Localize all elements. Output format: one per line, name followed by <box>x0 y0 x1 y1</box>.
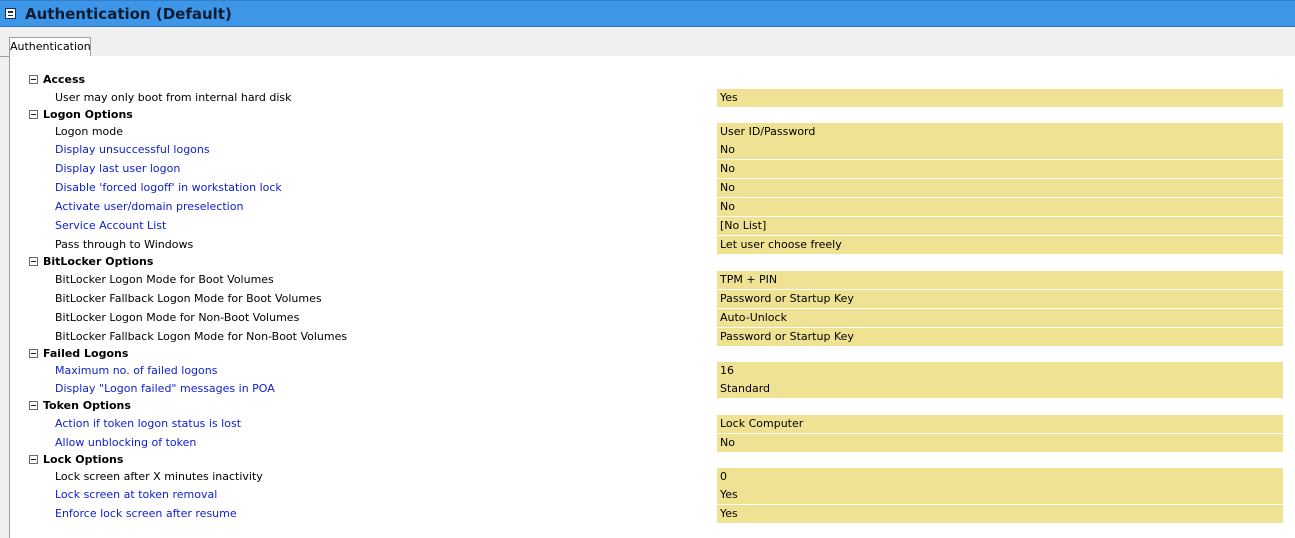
setting-label: User may only boot from internal hard di… <box>55 91 292 104</box>
setting-value[interactable]: No <box>717 160 1283 178</box>
setting-value[interactable]: Password or Startup Key <box>717 328 1283 346</box>
setting-row[interactable]: Lock screen at token removal Yes <box>10 486 1295 504</box>
section-title: Lock Options <box>43 453 124 466</box>
setting-row[interactable]: BitLocker Logon Mode for Boot Volumes TPM… <box>10 271 1295 289</box>
collapse-section-icon[interactable] <box>29 75 38 84</box>
setting-label: BitLocker Logon Mode for Boot Volumes <box>55 273 274 286</box>
section-header: Lock Options <box>10 451 1295 469</box>
section-header: Logon Options <box>10 106 1295 124</box>
section-header: BitLocker Options <box>10 253 1295 271</box>
setting-label: BitLocker Fallback Logon Mode for Non-Bo… <box>55 330 348 343</box>
setting-label: Logon mode <box>55 125 124 138</box>
setting-label[interactable]: Action if token logon status is lost <box>55 417 241 430</box>
setting-row[interactable]: Maximum no. of failed logons 16 <box>10 362 1295 380</box>
setting-value[interactable]: Yes <box>717 505 1283 523</box>
setting-value[interactable]: Password or Startup Key <box>717 290 1283 308</box>
setting-value[interactable]: Yes <box>717 486 1283 504</box>
settings-panel: Access User may only boot from internal h… <box>9 56 1295 538</box>
section-title: Token Options <box>43 399 131 412</box>
collapse-section-icon[interactable] <box>29 110 38 119</box>
section-title: Logon Options <box>43 108 133 121</box>
collapse-section-icon[interactable] <box>29 257 38 266</box>
setting-label[interactable]: Lock screen at token removal <box>55 488 217 501</box>
setting-label: BitLocker Fallback Logon Mode for Boot V… <box>55 292 322 305</box>
setting-value[interactable]: [No List] <box>717 217 1283 235</box>
setting-label[interactable]: Display last user logon <box>55 162 180 175</box>
setting-value[interactable]: No <box>717 198 1283 216</box>
setting-row[interactable]: User may only boot from internal hard di… <box>10 89 1295 107</box>
setting-value[interactable]: No <box>717 141 1283 159</box>
collapse-section-icon[interactable] <box>29 401 38 410</box>
setting-row[interactable]: Lock screen after X minutes inactivity 0 <box>10 468 1295 486</box>
setting-value[interactable]: Lock Computer <box>717 415 1283 433</box>
setting-value[interactable]: TPM + PIN <box>717 271 1283 289</box>
setting-value[interactable]: Standard <box>717 380 1283 398</box>
setting-label: Lock screen after X minutes inactivity <box>55 470 263 483</box>
setting-row[interactable]: Action if token logon status is lost Lock… <box>10 415 1295 433</box>
setting-label[interactable]: Allow unblocking of token <box>55 436 196 449</box>
collapse-window-icon[interactable] <box>5 8 16 19</box>
section-header: Access <box>10 71 1295 89</box>
setting-label: BitLocker Logon Mode for Non-Boot Volume… <box>55 311 300 324</box>
setting-row[interactable]: Pass through to Windows Let user choose f… <box>10 236 1295 254</box>
window-titlebar: Authentication (Default) <box>0 0 1295 27</box>
section-title: Access <box>43 73 86 86</box>
setting-label[interactable]: Display unsuccessful logons <box>55 143 210 156</box>
setting-row[interactable]: Enforce lock screen after resume Yes <box>10 505 1295 523</box>
setting-label[interactable]: Service Account List <box>55 219 166 232</box>
tab-authentication[interactable]: Authentication <box>9 37 91 57</box>
setting-label[interactable]: Display "Logon failed" messages in POA <box>55 382 275 395</box>
setting-row[interactable]: BitLocker Fallback Logon Mode for Non-Bo… <box>10 328 1295 346</box>
setting-label[interactable]: Activate user/domain preselection <box>55 200 243 213</box>
section-title: Failed Logons <box>43 347 129 360</box>
setting-row[interactable]: BitLocker Logon Mode for Non-Boot Volume… <box>10 309 1295 327</box>
setting-label[interactable]: Maximum no. of failed logons <box>55 364 217 377</box>
setting-value[interactable]: 16 <box>717 362 1283 380</box>
setting-row[interactable]: Activate user/domain preselection No <box>10 198 1295 216</box>
settings-tree: Access User may only boot from internal h… <box>10 56 1295 538</box>
window-title: Authentication (Default) <box>25 5 232 23</box>
setting-row[interactable]: Service Account List [No List] <box>10 217 1295 235</box>
setting-value[interactable]: No <box>717 434 1283 452</box>
section-header: Token Options <box>10 397 1295 415</box>
setting-row[interactable]: Disable 'forced logoff' in workstation l… <box>10 179 1295 197</box>
setting-row[interactable]: Display unsuccessful logons No <box>10 141 1295 159</box>
setting-label[interactable]: Disable 'forced logoff' in workstation l… <box>55 181 282 194</box>
setting-row[interactable]: Display "Logon failed" messages in POA St… <box>10 380 1295 398</box>
setting-row[interactable]: Allow unblocking of token No <box>10 434 1295 452</box>
collapse-section-icon[interactable] <box>29 349 38 358</box>
setting-value[interactable]: Auto-Unlock <box>717 309 1283 327</box>
setting-value[interactable]: Let user choose freely <box>717 236 1283 254</box>
setting-value[interactable]: 0 <box>717 468 1283 486</box>
section-title: BitLocker Options <box>43 255 154 268</box>
setting-value[interactable]: Yes <box>717 89 1283 107</box>
setting-value[interactable]: User ID/Password <box>717 123 1283 141</box>
section-header: Failed Logons <box>10 345 1295 363</box>
setting-value[interactable]: No <box>717 179 1283 197</box>
setting-label: Pass through to Windows <box>55 238 194 251</box>
setting-label[interactable]: Enforce lock screen after resume <box>55 507 237 520</box>
collapse-section-icon[interactable] <box>29 455 38 464</box>
setting-row[interactable]: BitLocker Fallback Logon Mode for Boot V… <box>10 290 1295 308</box>
setting-row[interactable]: Logon mode User ID/Password <box>10 123 1295 141</box>
tab-strip: Authentication <box>0 27 1295 57</box>
setting-row[interactable]: Display last user logon No <box>10 160 1295 178</box>
